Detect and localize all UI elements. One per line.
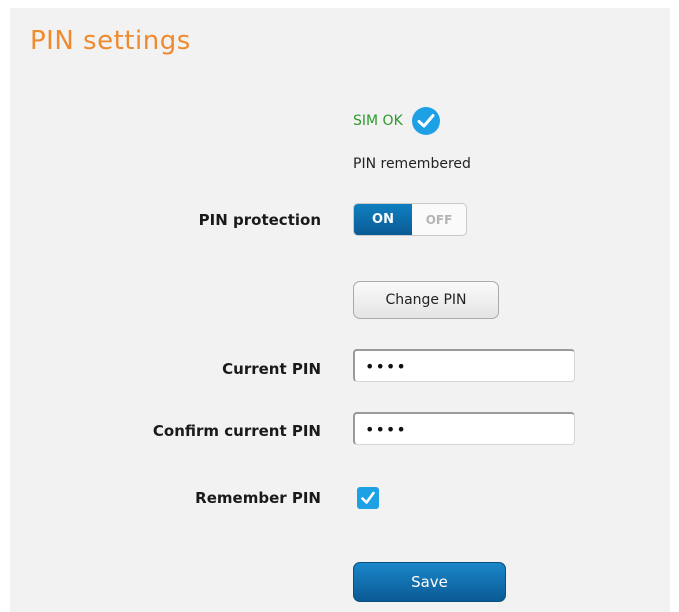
page-title: PIN settings	[30, 26, 191, 56]
remember-pin-label: Remember PIN	[195, 489, 321, 507]
save-button[interactable]: Save	[353, 562, 506, 602]
confirm-pin-input[interactable]	[353, 412, 575, 445]
current-pin-input[interactable]	[353, 349, 575, 382]
sim-status: SIM OK	[353, 107, 440, 135]
checkmark-icon	[361, 491, 375, 504]
sim-status-text: SIM OK	[353, 113, 403, 129]
pin-settings-panel: PIN settings SIM OK PIN remembered PIN p…	[10, 8, 670, 612]
confirm-pin-label: Confirm current PIN	[152, 422, 321, 440]
toggle-on-option[interactable]: ON	[354, 204, 412, 235]
toggle-off-option[interactable]: OFF	[412, 204, 466, 235]
check-circle-icon	[411, 107, 440, 135]
pin-protection-toggle[interactable]: ON OFF	[353, 203, 467, 236]
pin-protection-label: PIN protection	[198, 211, 321, 229]
pin-status-text: PIN remembered	[353, 156, 471, 172]
change-pin-button[interactable]: Change PIN	[353, 281, 499, 319]
current-pin-label: Current PIN	[222, 360, 321, 378]
remember-pin-checkbox[interactable]	[357, 487, 379, 509]
